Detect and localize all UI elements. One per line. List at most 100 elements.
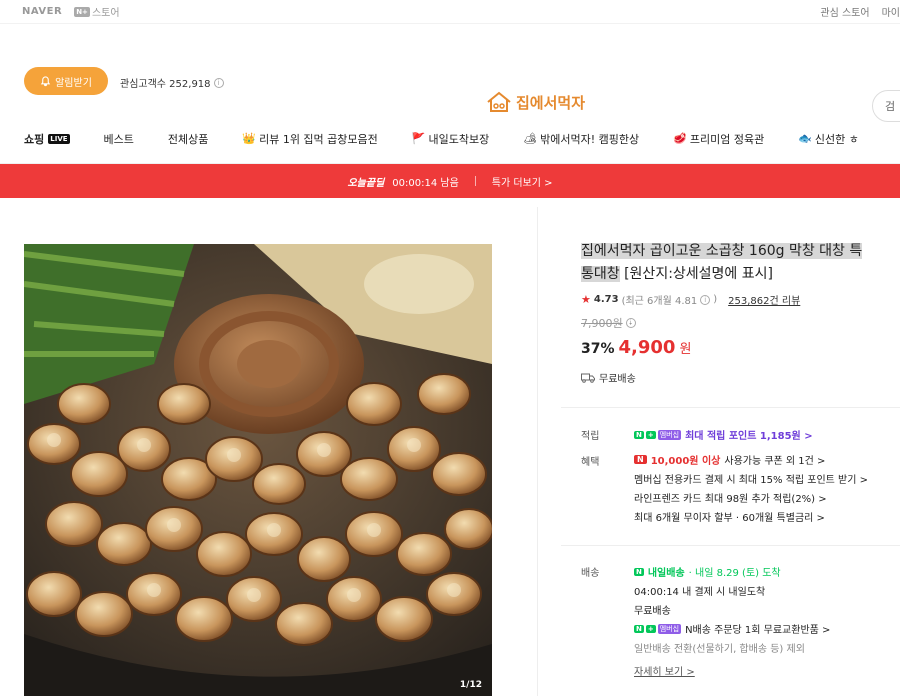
nav-item-tomorrow-delivery[interactable]: 🚩 내일도착보장 (412, 131, 489, 147)
top-bar: NAVER N+ 스토어 관심 스토어 마이 (0, 0, 900, 24)
info-icon[interactable]: i (625, 318, 636, 328)
product-info: 집에서먹자 곱이고운 소곱창 160g 막창 대창 특 통대창 [원산지:상세설… (581, 240, 900, 385)
nplus-icon: N+ (74, 6, 90, 17)
review-count-link[interactable]: 253,862건 리뷰 (728, 292, 800, 307)
nav-item-shopping-live[interactable]: 쇼핑 LIVE (24, 131, 70, 147)
bell-icon (40, 75, 51, 86)
divider (561, 407, 900, 408)
followers-label: 관심고객수 252,918 (120, 79, 211, 90)
info-icon[interactable]: i (700, 294, 711, 305)
sale-price: 4,900 (618, 337, 676, 358)
nplus-store-link[interactable]: N+ 스토어 (74, 4, 120, 19)
title-line2-rest: [원산지:상세설명에 표시] (619, 266, 773, 282)
plus-icon: + (645, 430, 656, 439)
product-title: 집에서먹자 곱이고운 소곱창 160g 막창 대창 특 통대창 [원산지:상세설… (581, 240, 900, 286)
discount-rate: 37% (581, 341, 615, 357)
plus-icon: + (645, 624, 656, 633)
shipping-info: 무료배송 (581, 370, 900, 385)
nav-item-fresh[interactable]: 🐟 신선한 ㅎ (798, 131, 859, 147)
live-badge: LIVE (48, 133, 70, 144)
store-logo[interactable]: 집에서먹자 (486, 91, 585, 113)
today-deal-bar[interactable]: 오늘끝딜 00:00:14 남음 특가 더보기 > (0, 164, 900, 198)
nav-label: 베스트 (103, 132, 134, 146)
original-price-value: 7,900원 (581, 317, 623, 330)
divider (561, 545, 900, 546)
detail-link[interactable]: 자세히 보기 > (634, 663, 695, 678)
nav-label: 내일도착보장 (428, 132, 490, 146)
alarm-button[interactable]: 알림받기 (24, 67, 108, 95)
naver-logo[interactable]: NAVER (22, 6, 62, 17)
divider (474, 176, 476, 186)
free-shipping-text: 무료배송 (634, 606, 671, 617)
membership-label: 멤버십 (657, 429, 682, 440)
flag-icon: 🚩 (411, 132, 426, 145)
free-shipping-row: 무료배송 (634, 600, 900, 619)
nav-label: 밖에서먹자! 캠핑한상 (540, 132, 640, 146)
store-header: 알림받기 관심고객수 252,918 i 집에서먹자 검 (0, 24, 900, 122)
nav-label: 전체상품 (167, 132, 209, 146)
nav-label: 신선한 ㅎ (814, 132, 859, 146)
coupon-amount: 10,000원 이상 (650, 456, 721, 467)
sale-price-row: 37% 4,900 원 (581, 337, 900, 358)
installment-row[interactable]: 최대 6개월 무이자 할부 · 60개월 특별금리 > (634, 507, 900, 526)
cutoff-text: 04:00:14 내 결제 시 내일도착 (634, 587, 766, 598)
deal-timer: 00:00:14 남음 (392, 177, 459, 189)
image-pager: 1/12 (459, 680, 482, 690)
rating-recent: (최근 6개월 4.81 (621, 296, 698, 307)
arrival-date: · 내일 8.29 (토) 도착 (688, 568, 781, 579)
nav-item-review-best[interactable]: 👑 리뷰 1위 집먹 곱창모음전 (242, 131, 377, 147)
nav-label: 리뷰 1위 집먹 곱창모음전 (259, 132, 378, 146)
product-image[interactable]: 1/12 (24, 244, 492, 696)
store-label: 스토어 (91, 8, 120, 19)
nav-item-premium-meat[interactable]: 🥩 프리미엄 정육관 (673, 131, 764, 147)
coupon-text: 사용가능 쿠폰 외 1건 > (724, 456, 826, 467)
camping-icon: 🏕 (523, 132, 538, 145)
my-link[interactable]: 마이 (882, 4, 900, 19)
cutoff-row: 04:00:14 내 결제 시 내일도착 (634, 581, 900, 600)
currency-unit: 원 (679, 342, 692, 357)
membership-card-row[interactable]: 멤버십 전용카드 결제 시 최대 15% 적립 포인트 받기 > (634, 469, 900, 488)
n-icon: N (634, 430, 644, 439)
linefriends-card-text: 라인프렌즈 카드 최대 98원 추가 적립(2%) > (634, 494, 827, 505)
coupon-n-icon: N (634, 455, 647, 464)
delivery-note-row: 일반배송 전환(선물하기, 합배송 등) 제외 (634, 638, 900, 657)
crown-icon: 👑 (242, 132, 257, 145)
n-icon: N (634, 624, 644, 633)
nav-item-camping[interactable]: 🏕 밖에서먹자! 캠핑한상 (523, 131, 639, 147)
nav-item-all-products[interactable]: 전체상품 (168, 131, 208, 147)
delivery-note: 일반배송 전환(선물하기, 합배송 등) 제외 (634, 644, 805, 655)
max-points: 최대 적립 포인트 1,185원 > (685, 431, 813, 442)
tomorrow-delivery-row: N 내일배송 · 내일 8.29 (토) 도착 (634, 562, 900, 581)
membership-card-text: 멤버십 전용카드 결제 시 최대 15% 적립 포인트 받기 > (634, 475, 869, 486)
original-price: 7,900원 i (581, 315, 900, 331)
rating-row: ★ 4.73 (최근 6개월 4.81 i) 253,862건 리뷰 (581, 292, 801, 307)
detail-row: 자세히 보기 > (634, 661, 900, 680)
gopchang-photo (24, 244, 492, 696)
product-section: 1/12 집에서먹자 곱이고운 소곱창 160g 막창 대창 특 통대창 [원산… (0, 207, 900, 696)
shipping-label: 무료배송 (599, 374, 636, 385)
delivery-label: 배송 (581, 568, 600, 579)
house-icon (487, 91, 511, 112)
truck-icon (581, 373, 595, 383)
n-icon: N (634, 567, 644, 576)
alarm-button-label: 알림받기 (55, 77, 92, 89)
membership-label: 멤버십 (657, 623, 682, 634)
deal-title: 오늘끝딜 (347, 177, 385, 189)
tomorrow-delivery-label: 내일배송 (647, 568, 685, 579)
nplus-membership-badge: N + 멤버십 (634, 429, 682, 440)
points-label: 적립 (581, 431, 600, 442)
nav-label: 프리미엄 정육관 (689, 132, 765, 146)
points-row[interactable]: N + 멤버십 최대 적립 포인트 1,185원 > (634, 425, 900, 444)
title-line2-highlight: 통대창 (581, 266, 620, 282)
nplus-icon: N (634, 567, 644, 576)
followers-count: 관심고객수 252,918 i (120, 75, 224, 90)
installment-text: 최대 6개월 무이자 할부 · 60개월 특별금리 > (634, 513, 825, 524)
nav-item-best[interactable]: 베스트 (104, 131, 134, 147)
linefriends-card-row[interactable]: 라인프렌즈 카드 최대 98원 추가 적립(2%) > (634, 488, 900, 507)
deal-more-link[interactable]: 특가 더보기 > (492, 174, 553, 189)
search-placeholder: 검 (885, 100, 896, 113)
interest-store-link[interactable]: 관심 스토어 (820, 4, 869, 19)
free-return-row[interactable]: N + 멤버십 N배송 주문당 1회 무료교환반품 > (634, 619, 900, 638)
info-icon[interactable]: i (213, 77, 224, 88)
coupon-row[interactable]: N 10,000원 이상 사용가능 쿠폰 외 1건 > (634, 450, 900, 469)
